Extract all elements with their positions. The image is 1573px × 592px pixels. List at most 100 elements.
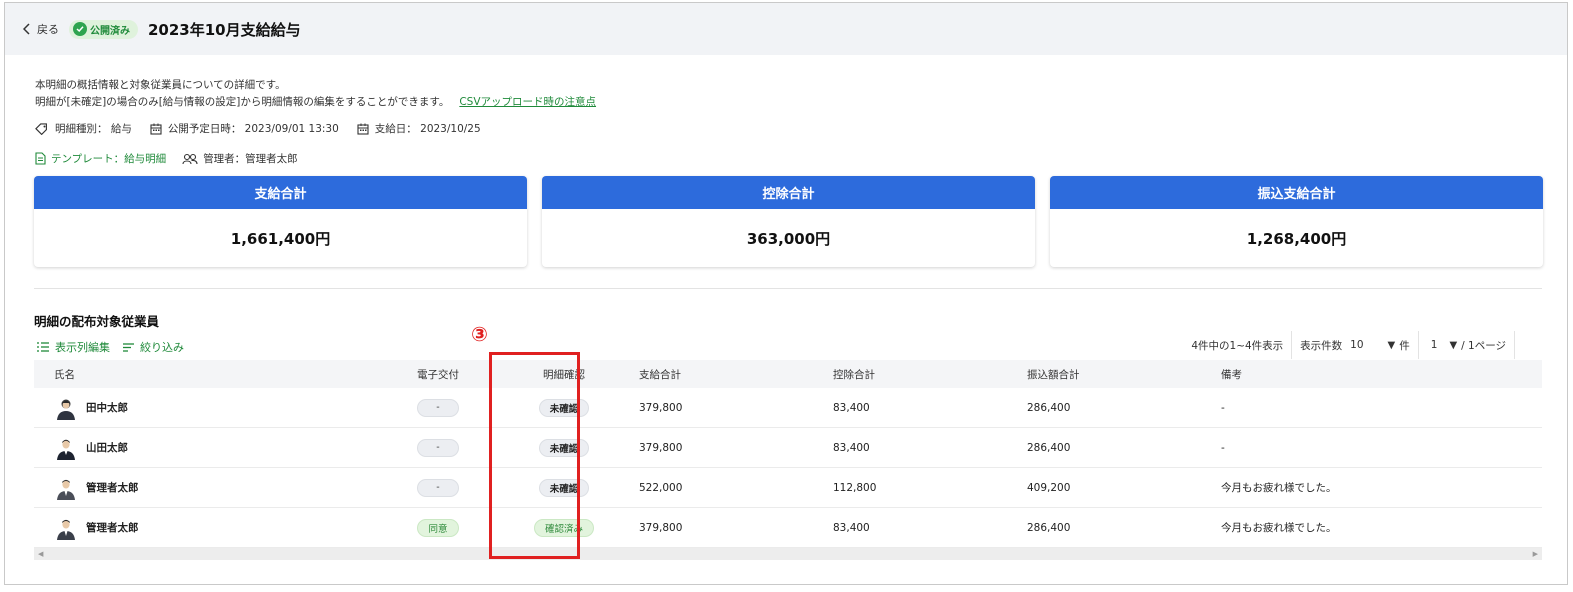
- transfer-cell: 409,200: [1027, 481, 1071, 494]
- highlight-box: [489, 352, 580, 559]
- summary-card-value: 1,661,400円: [230, 229, 331, 248]
- scroll-left-icon[interactable]: ◀: [38, 550, 43, 558]
- triangle-down-icon: ▼: [1449, 339, 1458, 351]
- transfer-cell: 286,400: [1027, 401, 1071, 414]
- page-title: 2023年10月支給給与: [148, 20, 301, 39]
- deduction-cell: 83,400: [833, 441, 870, 454]
- employee-cell: 山田太郎: [34, 436, 375, 460]
- description-line-2-text: 明細が[未確定]の場合のみ[給与情報の設定]から明細情報の編集をすることができま…: [35, 96, 450, 108]
- divider: [34, 288, 1542, 289]
- employee-name[interactable]: 田中太郎: [86, 400, 128, 415]
- esig-badge: -: [417, 438, 459, 457]
- per-page-label: 表示件数: [1300, 339, 1343, 352]
- col-header-pay[interactable]: 支給合計: [627, 367, 821, 382]
- avatar: [57, 519, 75, 540]
- col-header-name[interactable]: 氏名: [34, 367, 375, 382]
- users-icon: [182, 153, 198, 164]
- avatar: [57, 399, 75, 420]
- table-row[interactable]: 山田太郎 - 未確認 379,800 83,400 286,400 -: [34, 428, 1542, 468]
- esig-badge: 同意: [417, 518, 459, 537]
- deduction-cell: 83,400: [833, 401, 870, 414]
- csv-notes-link[interactable]: CSVアップロード時の注意点: [459, 96, 596, 108]
- avatar: [57, 479, 75, 500]
- pay-cell: 522,000: [639, 481, 683, 494]
- status-badge: 公開済み: [69, 19, 138, 39]
- summary-card-label: 支給合計: [34, 176, 527, 209]
- per-page-select[interactable]: 10 ▼ 件: [1350, 338, 1410, 353]
- back-label: 戻る: [37, 23, 59, 36]
- per-page-selector: 表示件数 10 ▼ 件: [1292, 331, 1419, 359]
- back-button[interactable]: 戻る: [23, 21, 59, 37]
- check-icon: [73, 22, 87, 36]
- filter-icon: [123, 342, 134, 352]
- employee-table: 氏名 電子交付 明細確認 支給合計 控除合計 振込額合計 備考 田中太郎 - 未…: [34, 360, 1542, 560]
- table-row[interactable]: 管理者太郎 同意 確認済み 379,800 83,400 286,400 今月も…: [34, 508, 1542, 548]
- note-cell: -: [1221, 441, 1225, 454]
- summary-card-value: 363,000円: [746, 229, 831, 248]
- document-icon: [35, 152, 46, 165]
- manager-info-text: 管理者：管理者太郎: [203, 153, 298, 165]
- note-cell: 今月もお疲れ様でした。: [1221, 482, 1337, 494]
- meta-publish: 公開予定日時： 2023/09/01 13:30: [150, 121, 339, 136]
- table-row[interactable]: 田中太郎 - 未確認 379,800 83,400 286,400 -: [34, 388, 1542, 428]
- summary-card-pay: 支給合計 1,661,400円: [34, 176, 527, 267]
- meta-publish-text: 公開予定日時： 2023/09/01 13:30: [167, 123, 339, 135]
- list-icon: [37, 342, 49, 352]
- page-header: 戻る 公開済み 2023年10月支給給与: [5, 3, 1567, 55]
- scroll-right-icon[interactable]: ▶: [1533, 550, 1538, 558]
- employee-name[interactable]: 管理者太郎: [86, 480, 139, 495]
- edit-columns-button[interactable]: 表示列編集: [36, 339, 110, 355]
- meta-row: 明細種別： 給与 公開予定日時： 2023/09/01 13:30 支給日： 2…: [35, 121, 499, 136]
- summary-card-value: 1,268,400円: [1246, 229, 1347, 248]
- status-badge-label: 公開済み: [90, 25, 130, 37]
- note-cell: 今月もお疲れ様でした。: [1221, 522, 1337, 534]
- avatar: [57, 439, 75, 460]
- summary-card-transfer: 振込支給合計 1,268,400円: [1050, 176, 1543, 267]
- horizontal-scrollbar[interactable]: ◀ ▶: [34, 548, 1542, 560]
- description: 本明細の概括情報と対象従業員についての詳細です。 明細が[未確定]の場合のみ[給…: [35, 77, 596, 111]
- employee-name[interactable]: 山田太郎: [86, 440, 128, 455]
- esig-badge: -: [417, 478, 459, 497]
- meta-type-text: 明細種別： 給与: [55, 123, 132, 135]
- summary-card-label: 振込支給合計: [1050, 176, 1543, 209]
- meta-payday: 支給日： 2023/10/25: [357, 121, 481, 136]
- page-select[interactable]: 1 ▼ / 1ページ: [1431, 338, 1506, 353]
- calendar-icon: [357, 123, 369, 135]
- table-tools: 表示列編集 絞り込み: [36, 339, 196, 355]
- employee-name[interactable]: 管理者太郎: [86, 520, 139, 535]
- deduction-cell: 112,800: [833, 481, 877, 494]
- meta-row-2: テンプレート：給与明細 管理者：管理者太郎: [35, 151, 298, 166]
- page-frame: 戻る 公開済み 2023年10月支給給与 本明細の概括情報と対象従業員についての…: [4, 2, 1568, 585]
- chevron-left-icon: [23, 23, 30, 35]
- template-link[interactable]: テンプレート：給与明細: [35, 151, 166, 166]
- calendar-icon: [150, 123, 162, 135]
- filter-button[interactable]: 絞り込み: [122, 339, 184, 355]
- table-row[interactable]: 管理者太郎 - 未確認 522,000 112,800 409,200 今月もお…: [34, 468, 1542, 508]
- pagination-range: 4件中の1~4件表示: [1183, 331, 1293, 359]
- esig-cell: 同意: [375, 518, 501, 537]
- pay-cell: 379,800: [639, 521, 683, 534]
- pay-cell: 379,800: [639, 441, 683, 454]
- manager-info: 管理者：管理者太郎: [182, 151, 298, 166]
- col-header-deduction[interactable]: 控除合計: [821, 367, 1015, 382]
- page-selector: 1 ▼ / 1ページ: [1419, 331, 1515, 359]
- summary-card-deduction: 控除合計 363,000円: [542, 176, 1035, 267]
- pagination: 4件中の1~4件表示 表示件数 10 ▼ 件 1 ▼ / 1ページ: [1183, 331, 1515, 359]
- col-header-transfer[interactable]: 振込額合計: [1015, 367, 1209, 382]
- annotation-number: ③: [471, 322, 488, 346]
- transfer-cell: 286,400: [1027, 521, 1071, 534]
- table-header: 氏名 電子交付 明細確認 支給合計 控除合計 振込額合計 備考: [34, 360, 1542, 388]
- pay-cell: 379,800: [639, 401, 683, 414]
- description-line-2: 明細が[未確定]の場合のみ[給与情報の設定]から明細情報の編集をすることができま…: [35, 94, 596, 111]
- employee-cell: 管理者太郎: [34, 516, 375, 540]
- template-link-label: テンプレート：給与明細: [51, 153, 167, 165]
- edit-columns-label: 表示列編集: [55, 341, 110, 354]
- triangle-down-icon: ▼: [1387, 339, 1396, 351]
- col-header-esig[interactable]: 電子交付: [375, 367, 501, 382]
- filter-label: 絞り込み: [140, 341, 184, 354]
- col-header-note[interactable]: 備考: [1209, 367, 1542, 382]
- note-cell: -: [1221, 401, 1225, 414]
- deduction-cell: 83,400: [833, 521, 870, 534]
- transfer-cell: 286,400: [1027, 441, 1071, 454]
- section-title: 明細の配布対象従業員: [34, 314, 160, 329]
